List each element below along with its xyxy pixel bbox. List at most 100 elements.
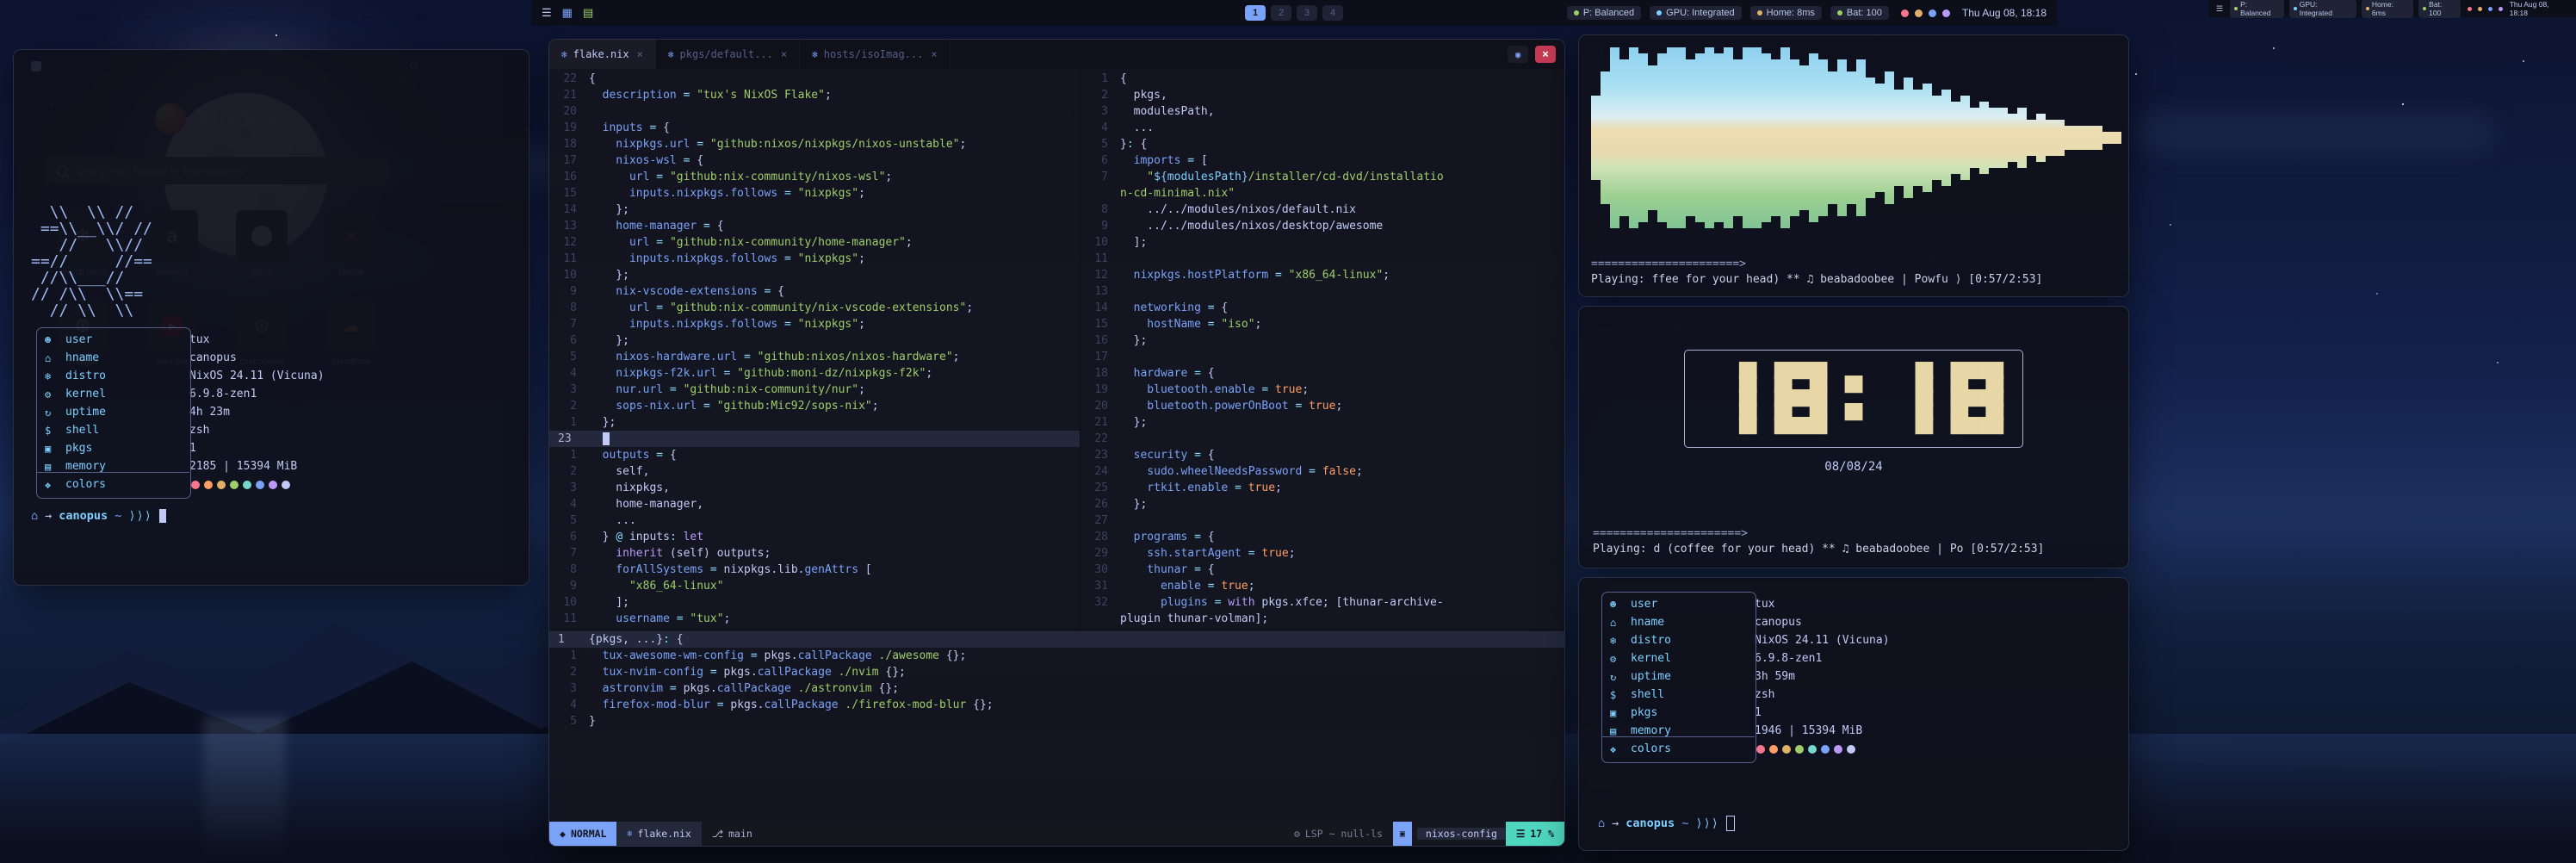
systray-icon-3[interactable]: [1929, 9, 1936, 17]
code-line: 6 };: [549, 332, 1080, 349]
visualizer-bar: [1818, 59, 1828, 216]
tab-close-icon[interactable]: ×: [781, 48, 787, 60]
visualizer-bar: [1894, 90, 1904, 186]
systray-icon-2[interactable]: [1915, 9, 1923, 17]
terminal-cursor: [1726, 816, 1735, 831]
visualizer-bar: [1989, 108, 1998, 168]
visualizer-bar: [1828, 71, 1837, 204]
status-chip[interactable]: Bat: 100: [1830, 6, 1889, 20]
window-close-button[interactable]: ×: [1535, 46, 1556, 63]
fetch-row-pkgs: ▣pkgs1: [45, 439, 325, 457]
editor-pane-iso[interactable]: 1{2 pkgs,3 modulesPath,4 ...5}: {6 impor…: [1081, 69, 1564, 629]
code-line: 2 self,: [549, 463, 1080, 480]
menu-icon[interactable]: ☰: [542, 6, 552, 20]
workspace-button-3[interactable]: 3: [1297, 5, 1317, 21]
menu-icon[interactable]: ☰: [2216, 4, 2223, 14]
systray-icon-3[interactable]: [2488, 7, 2492, 11]
code-line: 13 home-manager = {: [549, 218, 1080, 234]
clock-widget[interactable]: Thu Aug 08, 18:18: [2510, 0, 2569, 17]
code-line: 5 ...: [549, 512, 1080, 529]
editor-pane-pkgs[interactable]: 1{pkgs, ...}: {1 tux-awesome-wm-config =…: [549, 630, 1564, 822]
neovim-window[interactable]: ❄flake.nix×❄pkgs/default...×❄hosts/isoIm…: [548, 39, 1565, 847]
editor-tab-hosts/isoImag...[interactable]: ❄hosts/isoImag...×: [800, 40, 950, 69]
visualizer-bar: [1724, 47, 1733, 228]
visualizer-bar: [1856, 59, 1866, 216]
code-line: 7 "${modulesPath}/installer/cd-dvd/insta…: [1081, 169, 1564, 185]
code-line: 23 security = {: [1081, 447, 1564, 463]
code-line: 1{pkgs, ...}: {: [549, 631, 1564, 648]
fetch-row-distro: ❄distroNixOS 24.11 (Vicuna): [1610, 631, 1890, 649]
systray-icon-1[interactable]: [1901, 9, 1909, 17]
code-line: 8 forAllSystems = nixpkgs.lib.genAttrs [: [549, 562, 1080, 578]
systray: [2468, 7, 2503, 11]
statusline-filename: ❄ flake.nix: [616, 822, 701, 846]
files-icon[interactable]: ▤: [583, 6, 593, 20]
arrow-icon: →: [1612, 816, 1619, 830]
shell-prompt: ⌂ → canopus ~ ⟩⟩⟩: [1598, 816, 2109, 831]
status-chip[interactable]: Home: 8ms: [1750, 6, 1822, 20]
fetch-row-colors: ❖colors: [45, 475, 325, 494]
systray-icon-2[interactable]: [2478, 7, 2482, 11]
systray-icon-4[interactable]: [1942, 9, 1950, 17]
prompt-host: canopus: [59, 509, 108, 523]
status-chip[interactable]: P: Balanced: [2230, 0, 2284, 18]
pkgs-icon: ▣: [1610, 707, 1631, 719]
status-dot-icon: [2366, 7, 2369, 10]
code-line: 6 } @ inputs: let: [549, 529, 1080, 545]
fetch-separator: [1601, 736, 1755, 737]
code-line: plugin thunar-volman];: [1081, 611, 1564, 627]
workspace-button-4[interactable]: 4: [1322, 5, 1343, 21]
kernel-icon: ⚙: [45, 388, 65, 400]
visualizer-bar: [2017, 108, 2027, 168]
code-line: 1 outputs = {: [549, 447, 1080, 463]
code-line: 4 firefox-mod-blur = pkgs.callPackage ./…: [549, 697, 1564, 713]
editor-tab-flake.nix[interactable]: ❄flake.nix×: [549, 40, 656, 69]
apps-icon[interactable]: ▦: [562, 6, 573, 20]
terminal-window-fetch-right[interactable]: ☻usertux⌂hnamecanopus❄distroNixOS 24.11 …: [1578, 577, 2129, 851]
code-line: 6 imports = [: [1081, 152, 1564, 169]
editor-pane-flake[interactable]: 22{21 description = "tux's NixOS Flake";…: [549, 69, 1080, 629]
status-chip[interactable]: Home: 6ms: [2362, 0, 2413, 18]
nix-file-icon: ❄: [812, 49, 818, 60]
buffer-pick-button[interactable]: ◉: [1508, 46, 1528, 63]
workspace-button-2[interactable]: 2: [1271, 5, 1291, 21]
clock-window[interactable]: ██ ██████ ██ ██████ ██ ██ ██ ██ ██ ██ ██…: [1578, 306, 2129, 568]
kernel-icon: ⚙: [1610, 653, 1631, 665]
window-button[interactable]: [31, 61, 41, 71]
visualizer-bar: [1601, 71, 1610, 204]
fetch-row-shell: $shellzsh: [1610, 686, 1890, 704]
systray-icon-1[interactable]: [2468, 7, 2472, 11]
code-line: 25 rtkit.enable = true;: [1081, 480, 1564, 496]
status-chip[interactable]: P: Balanced: [1567, 6, 1641, 20]
clock-widget[interactable]: Thu Aug 08, 18:18: [1962, 7, 2047, 19]
status-chip[interactable]: GPU: Integrated: [2289, 0, 2356, 18]
code-line: 18 nixpkgs.url = "github:nixos/nixpkgs/n…: [549, 136, 1080, 152]
code-line: 20: [549, 103, 1080, 120]
visualizer-bar: [1667, 47, 1676, 228]
cava-window[interactable]: ======================> Playing: ffee fo…: [1578, 34, 2129, 297]
code-line: 11 inputs.nixpkgs.follows = "nixpkgs";: [549, 251, 1080, 267]
code-line: 20 bluetooth.powerOnBoot = true;: [1081, 398, 1564, 414]
lines-icon: ☰: [1516, 828, 1525, 840]
terminal-window-fetch-left[interactable]: \\ \\ // ==\\__\\/ // // \\// ==// //== …: [13, 49, 529, 586]
tab-close-icon[interactable]: ×: [931, 48, 937, 60]
status-chip[interactable]: Bat: 100: [2418, 0, 2461, 18]
color-swatch: [243, 481, 251, 489]
color-swatch: [1834, 745, 1842, 754]
home-icon: ⌂: [31, 509, 38, 523]
code-line: 3 nixpkgs,: [549, 480, 1080, 496]
nix-file-icon: ❄: [627, 829, 632, 839]
tab-close-icon[interactable]: ×: [637, 48, 643, 60]
status-chip[interactable]: GPU: Integrated: [1650, 6, 1742, 20]
arrow-icon: →: [45, 509, 52, 523]
editor-tab-pkgs/default...[interactable]: ❄pkgs/default...×: [656, 40, 800, 69]
visualizer-bar: [1780, 47, 1790, 228]
prompt-path: ~: [115, 509, 121, 523]
code-line: 8 url = "github:nix-community/nix-vscode…: [549, 300, 1080, 316]
visualizer-bar: [1752, 47, 1762, 228]
moon-reflection: [203, 717, 286, 863]
systray-icon-4[interactable]: [2499, 7, 2503, 11]
code-line: 29 ssh.startAgent = true;: [1081, 545, 1564, 562]
workspace-button-1[interactable]: 1: [1245, 5, 1266, 21]
memory-icon: ▤: [45, 461, 65, 473]
